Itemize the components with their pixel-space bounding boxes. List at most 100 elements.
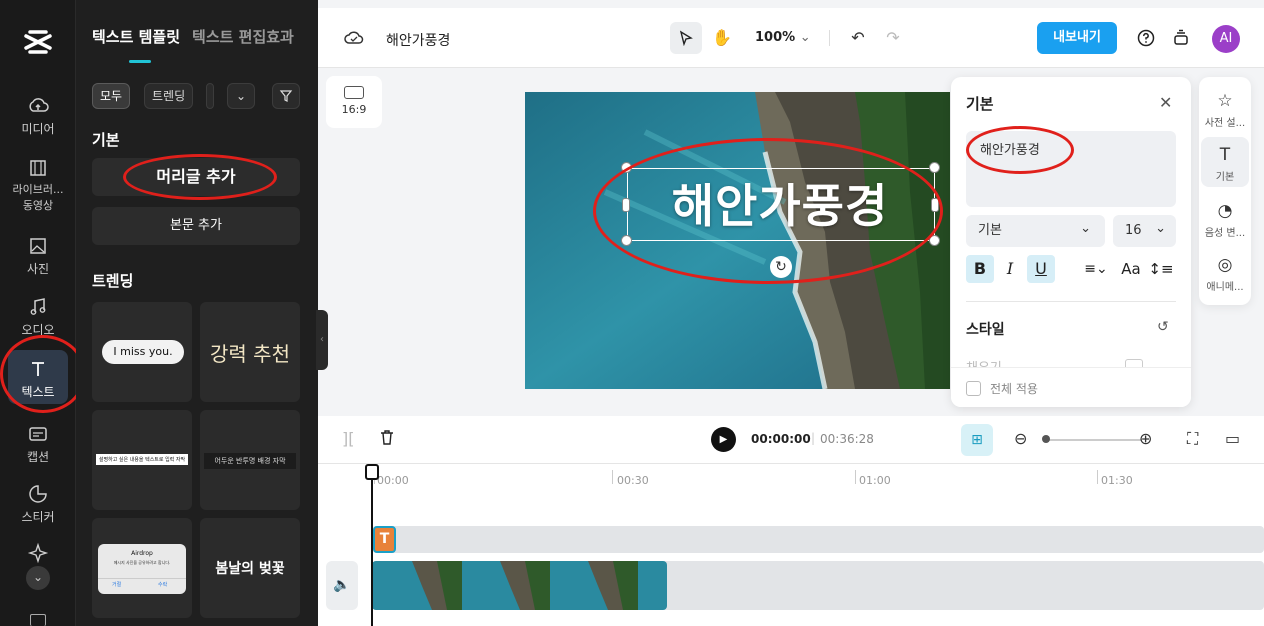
timeline-zoom-slider[interactable] <box>1044 439 1142 441</box>
text-clip[interactable]: T <box>373 526 396 553</box>
undo-button[interactable]: ↶ <box>845 25 871 51</box>
timeline[interactable]: 00:00 00:30 01:00 01:30 T 🔈 <box>318 464 1264 626</box>
italic-icon: I <box>1006 259 1014 278</box>
apply-all-checkbox[interactable] <box>966 381 981 396</box>
app-logo-icon[interactable] <box>22 28 54 56</box>
stack-icon <box>1174 29 1188 45</box>
preview-mode-button[interactable]: ▭ <box>1225 429 1240 448</box>
rr-item-animation[interactable]: ◎ 애니메... <box>1201 247 1249 297</box>
fill-toggle[interactable] <box>1125 359 1143 367</box>
rotate-handle[interactable]: ↻ <box>770 256 792 278</box>
template-tile[interactable]: 봄날의 벚꽃 <box>200 518 300 618</box>
bold-button[interactable]: B <box>966 255 994 283</box>
zoom-out-button[interactable]: ⊖ <box>1014 429 1027 448</box>
filter-chip-all[interactable]: 모두 <box>92 83 131 109</box>
text-selection-box[interactable] <box>627 168 935 241</box>
reset-icon: ↺ <box>1157 319 1169 335</box>
play-button[interactable]: ▶ <box>711 427 736 452</box>
redo-button[interactable]: ↷ <box>880 25 906 51</box>
fullscreen-icon: ⛶ <box>1187 429 1199 448</box>
video-thumbnails <box>372 561 667 610</box>
resize-handle[interactable] <box>621 235 632 246</box>
resize-handle[interactable] <box>929 235 940 246</box>
aspect-ratio-button[interactable]: 16:9 <box>326 76 382 128</box>
zoom-in-button[interactable]: ⊕ <box>1139 429 1152 448</box>
filter-chip-more[interactable] <box>206 83 214 109</box>
panel-tabs: 텍스트 템플릿 텍스트 편집효과 <box>92 26 318 47</box>
hand-tool-button[interactable]: ✋ <box>709 25 735 51</box>
fullscreen-button[interactable]: ⛶ <box>1187 429 1198 449</box>
reset-style-button[interactable]: ↺ <box>1157 319 1169 335</box>
resize-handle[interactable] <box>622 198 630 212</box>
rail-item-stickers[interactable]: 스티커 <box>0 483 76 525</box>
template-tile[interactable]: 강력 추천 <box>200 302 300 402</box>
template-tile[interactable]: I miss you. <box>92 302 192 402</box>
left-rail: 미디어 라이브러... 동영상 사진 오디오 텍스트 캡션 스티커 ⌄ <box>0 0 86 626</box>
help-button[interactable] <box>1133 25 1159 51</box>
resize-handle[interactable] <box>929 162 940 173</box>
split-button[interactable]: ][ <box>342 429 354 448</box>
tab-text-templates[interactable]: 텍스트 템플릿 <box>92 28 180 46</box>
filter-chip-trending[interactable]: 트렌딩 <box>144 83 194 109</box>
toolbar-divider <box>829 30 830 46</box>
rail-item-text[interactable]: 텍스트 <box>8 350 68 404</box>
font-select[interactable]: 기본 ⌄ <box>966 215 1105 247</box>
playhead[interactable] <box>371 464 373 626</box>
underline-button[interactable]: U <box>1027 255 1055 283</box>
close-button[interactable]: ✕ <box>1159 93 1172 112</box>
rail-item-photos[interactable]: 사진 <box>0 235 76 277</box>
grid-icon[interactable] <box>30 614 46 626</box>
snap-icon: ⊞ <box>971 432 983 448</box>
template-tile[interactable]: 설명하고 싶은 내용을 텍스트로 입력 자막 <box>92 410 192 510</box>
text-track[interactable] <box>372 526 1264 553</box>
rail-label: 라이브러... 동영상 <box>12 183 64 212</box>
rr-item-voice[interactable]: ◔ 음성 변... <box>1201 193 1249 243</box>
text-content-input[interactable]: 해안가풍경 <box>966 131 1176 207</box>
cloud-sync-icon[interactable] <box>344 29 364 47</box>
font-size-select[interactable]: 16 ⌄ <box>1113 215 1176 247</box>
rail-item-captions[interactable]: 캡션 <box>0 423 76 465</box>
template-tile[interactable]: 어두운 반투명 배경 자막 <box>200 410 300 510</box>
font-size-value: 16 <box>1125 223 1142 238</box>
filter-dropdown-button[interactable]: ⌄ <box>227 83 255 109</box>
add-heading-button[interactable]: 머리글 추가 <box>92 158 300 196</box>
template-tile[interactable]: Airdrop 메시지 사진을 공유하려고 합니다. 거절 수락 <box>92 518 192 618</box>
rail-item-library[interactable]: 라이브러... 동영상 <box>0 157 76 214</box>
zoom-dropdown[interactable]: 100% ⌄ <box>755 30 811 45</box>
playhead-handle[interactable] <box>365 464 379 480</box>
rail-label: 스티커 <box>21 510 55 524</box>
layers-button[interactable] <box>1168 25 1194 51</box>
case-button[interactable]: Aa <box>1117 255 1145 283</box>
voice-icon: ◔ <box>1217 201 1233 221</box>
select-tool-button[interactable] <box>670 22 702 54</box>
align-left-icon: ≡⌄ <box>1084 261 1108 277</box>
rail-item-audio[interactable]: 오디오 <box>0 296 76 338</box>
resize-handle[interactable] <box>621 162 632 173</box>
magnet-snap-button[interactable]: ⊞ <box>961 424 993 456</box>
delete-button[interactable] <box>379 429 395 450</box>
rail-item-media[interactable]: 미디어 <box>0 95 76 137</box>
add-body-button[interactable]: 본문 추가 <box>92 207 300 245</box>
rr-item-presets[interactable]: ☆ 사전 설... <box>1201 83 1249 133</box>
user-avatar[interactable]: AI <box>1212 25 1240 53</box>
resize-handle[interactable] <box>931 198 939 212</box>
project-name[interactable]: 해안가풍경 <box>386 30 450 50</box>
panel-collapse-handle[interactable]: ‹ <box>316 310 328 370</box>
line-height-button[interactable]: ↕≡ <box>1147 255 1175 283</box>
aspect-ratio-label: 16:9 <box>341 103 367 116</box>
props-footer: 전체 적용 <box>951 367 1191 407</box>
align-dropdown[interactable]: ≡⌄ <box>1079 255 1113 283</box>
export-button[interactable]: 내보내기 <box>1037 22 1117 54</box>
rr-item-basic[interactable]: T 기본 <box>1201 137 1249 187</box>
mute-audio-button[interactable]: 🔈 <box>326 561 358 610</box>
rail-expand-button[interactable]: ⌄ <box>26 566 50 590</box>
tab-text-effects[interactable]: 텍스트 편집효과 <box>192 28 294 46</box>
chevron-down-icon: ⌄ <box>799 30 811 45</box>
rail-item-effects[interactable] <box>0 542 76 567</box>
ruler-label: 00:30 <box>617 474 649 487</box>
italic-button[interactable]: I <box>996 255 1024 283</box>
timeline-zoom-knob[interactable] <box>1042 435 1050 443</box>
video-clip[interactable] <box>372 561 667 610</box>
filter-button[interactable] <box>272 83 300 109</box>
properties-panel: 기본 ✕ 해안가풍경 기본 ⌄ 16 ⌄ B I U ≡⌄ Aa ↕≡ 스타일 … <box>951 77 1191 407</box>
